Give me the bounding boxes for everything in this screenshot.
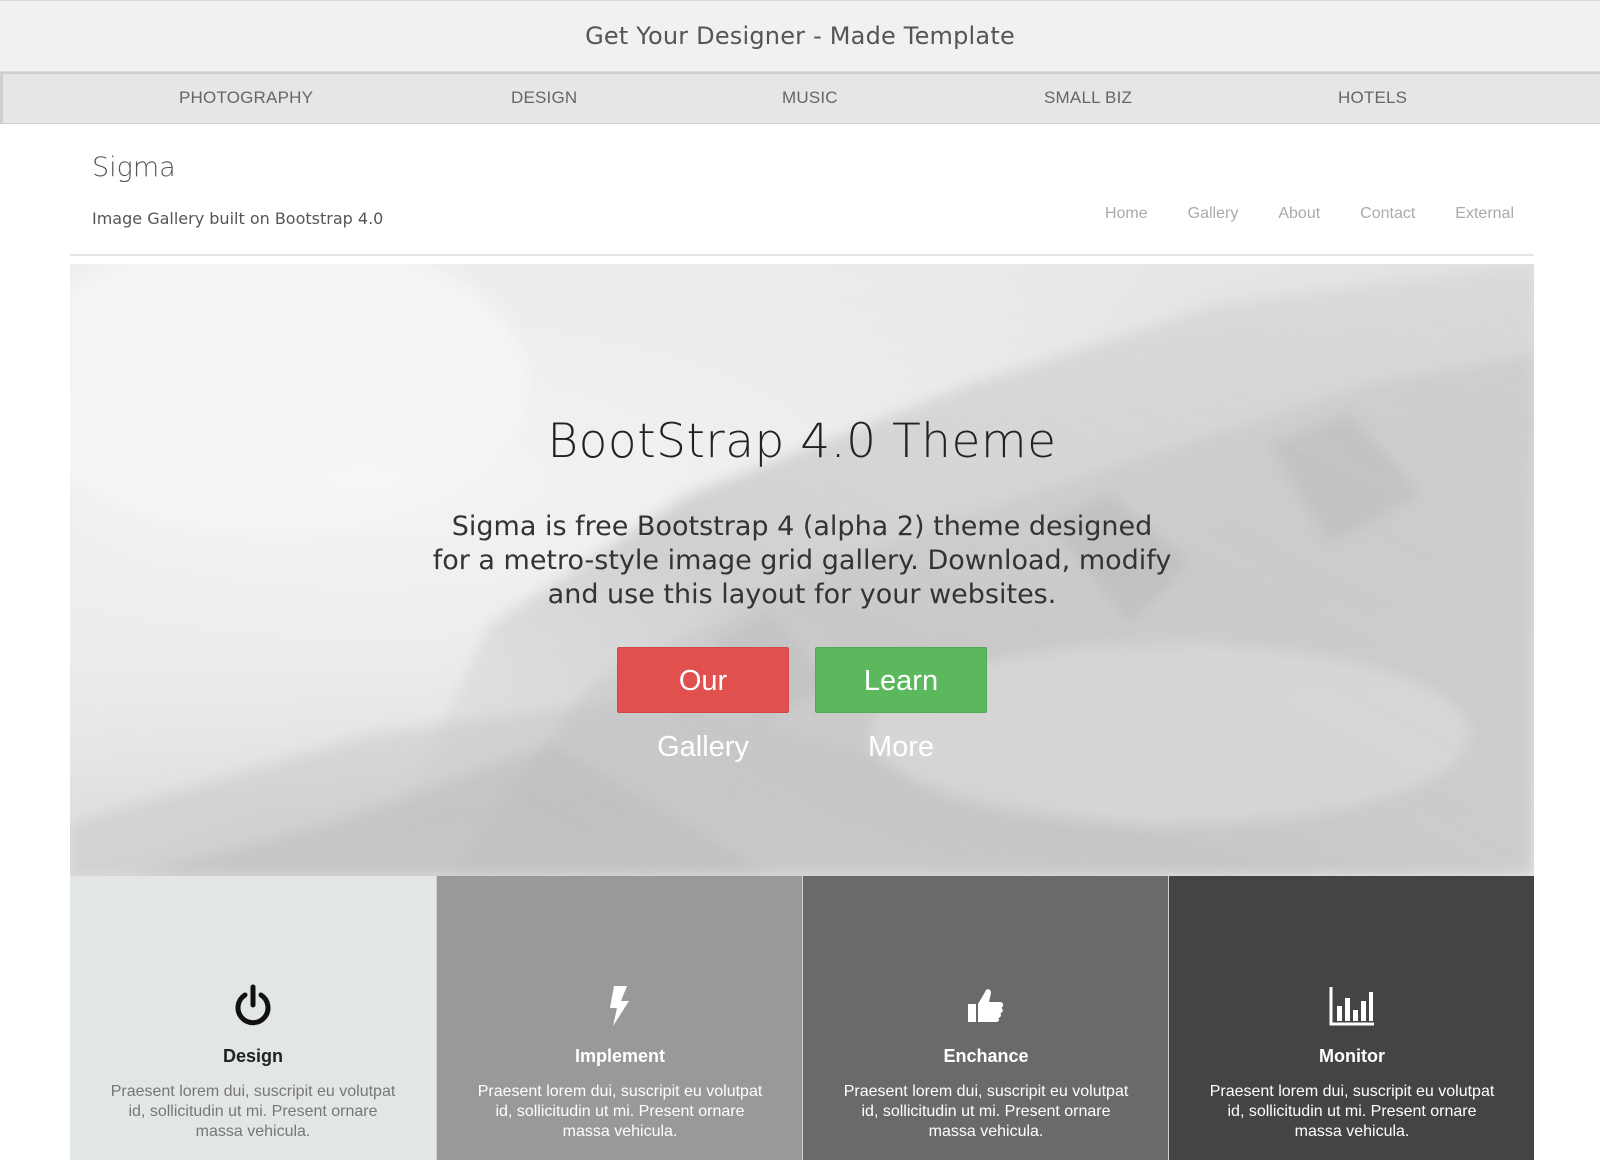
promo-title: Get Your Designer - Made Template bbox=[585, 22, 1015, 50]
nav-home-link[interactable]: Home bbox=[1105, 205, 1148, 223]
category-photography-link[interactable]: PHOTOGRAPHY bbox=[179, 74, 313, 122]
nav-contact-link[interactable]: Contact bbox=[1360, 205, 1415, 223]
promo-bar: Get Your Designer - Made Template bbox=[0, 0, 1600, 72]
hero-content: BootStrap 4.0 Theme Sigma is free Bootst… bbox=[70, 264, 1534, 876]
thumbs-up-icon bbox=[968, 989, 1004, 1022]
feature-title: Monitor bbox=[1319, 1046, 1385, 1066]
features-section: Design Praesent lorem dui, suscripit eu … bbox=[70, 876, 1534, 1160]
feature-card-implement: Implement Praesent lorem dui, suscripit … bbox=[436, 876, 802, 1160]
feature-text: Praesent lorem dui, suscripit eu volutpa… bbox=[843, 1083, 1129, 1140]
feature-title: Enchance bbox=[943, 1046, 1029, 1066]
hero-section: BootStrap 4.0 Theme Sigma is free Bootst… bbox=[70, 264, 1534, 876]
our-gallery-button[interactable]: Our Gallery bbox=[617, 647, 789, 763]
category-music-link[interactable]: MUSIC bbox=[782, 74, 838, 122]
hero-buttons: Our Gallery Learn More bbox=[70, 647, 1534, 763]
feature-text: Praesent lorem dui, suscripit eu volutpa… bbox=[110, 1083, 396, 1140]
tagline: Image Gallery built on Bootstrap 4.0 bbox=[92, 209, 384, 228]
category-hotels-link[interactable]: HOTELS bbox=[1338, 74, 1407, 122]
category-nav: PHOTOGRAPHY DESIGN MUSIC SMALL BIZ HOTEL… bbox=[0, 72, 1600, 124]
hero-title: BootStrap 4.0 Theme bbox=[547, 414, 1057, 469]
category-small-biz-link[interactable]: SMALL BIZ bbox=[1044, 74, 1132, 122]
bolt-icon bbox=[610, 986, 629, 1026]
feature-card-monitor: Monitor Praesent lorem dui, suscripit eu… bbox=[1168, 876, 1534, 1160]
main-nav: Home Gallery About Contact External bbox=[1105, 205, 1514, 223]
feature-text: Praesent lorem dui, suscripit eu volutpa… bbox=[1209, 1083, 1495, 1140]
nav-external-link[interactable]: External bbox=[1455, 205, 1514, 223]
feature-title: Implement bbox=[574, 1046, 666, 1066]
site-header: Sigma Image Gallery built on Bootstrap 4… bbox=[70, 124, 1534, 256]
nav-gallery-link[interactable]: Gallery bbox=[1188, 205, 1239, 223]
bar-chart-icon bbox=[1329, 987, 1374, 1026]
nav-about-link[interactable]: About bbox=[1278, 205, 1320, 223]
feature-card-enchance: Enchance Praesent lorem dui, suscripit e… bbox=[802, 876, 1168, 1160]
hero-description: Sigma is free Bootstrap 4 (alpha 2) them… bbox=[432, 511, 1172, 610]
feature-title: Design bbox=[222, 1046, 283, 1066]
feature-card-design: Design Praesent lorem dui, suscripit eu … bbox=[70, 876, 436, 1160]
category-design-link[interactable]: DESIGN bbox=[511, 74, 577, 122]
brand-logo[interactable]: Sigma bbox=[92, 152, 176, 183]
learn-more-button[interactable]: Learn More bbox=[815, 647, 987, 763]
power-icon bbox=[235, 984, 271, 1026]
feature-text: Praesent lorem dui, suscripit eu volutpa… bbox=[477, 1083, 763, 1140]
